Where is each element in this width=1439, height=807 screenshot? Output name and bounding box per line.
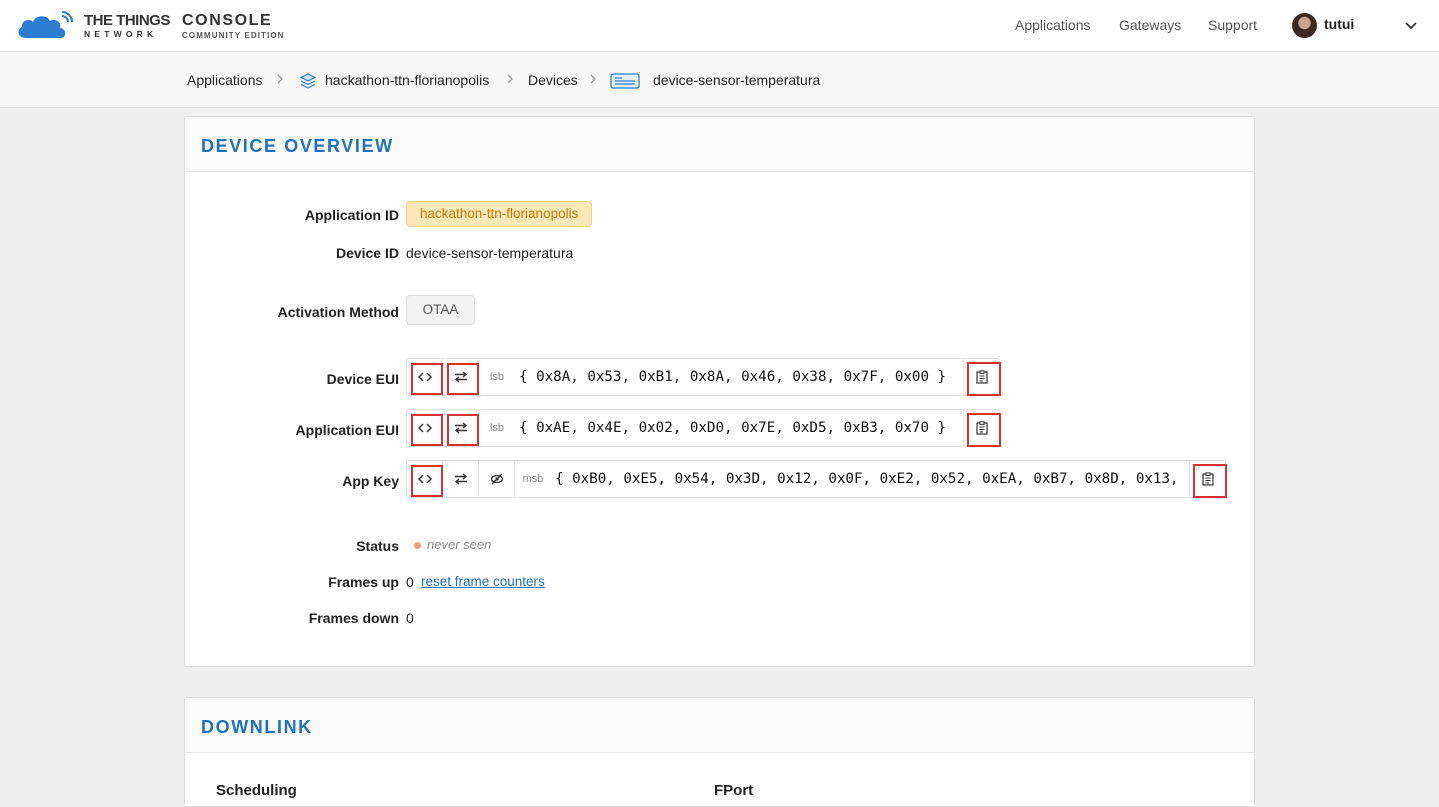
device-overview-card: DEVICE OVERVIEW Application ID hackathon…: [184, 116, 1255, 667]
avatar[interactable]: [1292, 13, 1317, 38]
code-toggle-button[interactable]: [407, 461, 443, 497]
nav-support[interactable]: Support: [1208, 17, 1257, 33]
reset-frame-counters-link[interactable]: reset frame counters: [421, 574, 545, 589]
copy-device-eui-button[interactable]: [963, 359, 1001, 396]
copy-app-key-button[interactable]: [1189, 461, 1227, 498]
frames-up-label: Frames up: [328, 574, 399, 590]
nav-applications[interactable]: Applications: [1015, 17, 1091, 33]
swap-icon: [454, 371, 467, 383]
device-eui-label: Device EUI: [326, 371, 399, 387]
device-eui-value[interactable]: { 0x8A, 0x53, 0xB1, 0x8A, 0x46, 0x38, 0x…: [515, 369, 963, 385]
activation-method-badge: OTAA: [406, 295, 475, 325]
status-label: Status: [356, 538, 399, 554]
chevron-right-icon: [590, 74, 596, 84]
chevron-down-icon[interactable]: [1404, 19, 1418, 33]
device-id-value: device-sensor-temperatura: [406, 245, 574, 261]
downlink-title: DOWNLINK: [201, 717, 313, 737]
device-id-label: Device ID: [335, 245, 399, 261]
console-title: CONSOLE COMMUNITY EDITION: [182, 13, 285, 40]
breadcrumb-device: device-sensor-temperatura: [653, 72, 821, 88]
application-id-label: Application ID: [304, 207, 399, 223]
app-key-field: msb { 0xB0, 0xE5, 0x54, 0x3D, 0x12, 0x0F…: [406, 460, 1227, 498]
device-icon: [610, 73, 640, 89]
app-key-label: App Key: [342, 473, 399, 489]
swap-order-button[interactable]: [443, 359, 479, 395]
username[interactable]: tutui: [1324, 16, 1354, 32]
console-line1: CONSOLE: [182, 12, 273, 29]
application-eui-value[interactable]: { 0xAE, 0x4E, 0x02, 0xD0, 0x7E, 0xD5, 0x…: [515, 420, 963, 436]
application-eui-label: Application EUI: [295, 422, 399, 438]
clipboard-icon: [975, 370, 988, 384]
clipboard-icon: [975, 421, 988, 435]
status-dot: [414, 542, 421, 549]
breadcrumb-applications[interactable]: Applications: [187, 72, 263, 88]
status-value: never seen: [427, 537, 492, 552]
app-key-value[interactable]: { 0xB0, 0xE5, 0x54, 0x3D, 0x12, 0x0F, 0x…: [551, 471, 1189, 487]
code-icon: [417, 423, 432, 433]
device-eui-field: lsb { 0x8A, 0x53, 0xB1, 0x8A, 0x46, 0x38…: [406, 358, 1001, 396]
breadcrumb: Applications hackathon-ttn-florianopolis…: [0, 53, 1439, 108]
brand-line2: NETWORK: [84, 29, 158, 39]
application-id-badge[interactable]: hackathon-ttn-florianopolis: [406, 201, 593, 227]
brand-name: THE THINGS NETWORK: [84, 13, 170, 39]
swap-order-button[interactable]: [443, 410, 479, 446]
frames-up-value: 0: [406, 574, 414, 590]
nav-gateways[interactable]: Gateways: [1119, 17, 1181, 33]
eye-slash-icon: [490, 473, 503, 485]
byte-order-label: lsb: [489, 371, 505, 383]
chevron-right-icon: [507, 74, 513, 84]
fport-label: FPort: [714, 782, 754, 799]
chevron-right-icon: [277, 74, 283, 84]
byte-order-label: lsb: [489, 422, 505, 434]
activation-method-label: Activation Method: [277, 304, 399, 320]
code-icon: [417, 372, 432, 382]
code-toggle-button[interactable]: [407, 359, 443, 395]
layers-icon: [299, 73, 317, 89]
copy-application-eui-button[interactable]: [963, 410, 1001, 447]
console-line2: COMMUNITY EDITION: [182, 31, 285, 40]
code-toggle-button[interactable]: [407, 410, 443, 446]
device-overview-title: DEVICE OVERVIEW: [201, 136, 394, 156]
breadcrumb-devices[interactable]: Devices: [528, 72, 578, 88]
brand-line1: THE THINGS: [84, 12, 170, 29]
top-header: THE THINGS NETWORK CONSOLE COMMUNITY EDI…: [0, 0, 1439, 52]
swap-icon: [454, 422, 467, 434]
breadcrumb-app[interactable]: hackathon-ttn-florianopolis: [325, 72, 489, 88]
frames-down-value: 0: [406, 610, 414, 626]
card-header: [185, 698, 1254, 753]
downlink-card: DOWNLINK Scheduling FPort: [184, 697, 1255, 807]
swap-icon: [454, 473, 467, 485]
clipboard-icon: [1201, 472, 1214, 486]
code-icon: [417, 474, 432, 484]
ttn-logo-icon[interactable]: [16, 10, 78, 40]
byte-order-label: msb: [522, 473, 544, 485]
swap-order-button[interactable]: [443, 461, 479, 497]
application-eui-field: lsb { 0xAE, 0x4E, 0x02, 0xD0, 0x7E, 0xD5…: [406, 409, 1001, 447]
scheduling-label: Scheduling: [216, 782, 297, 799]
toggle-visibility-button[interactable]: [479, 461, 515, 497]
frames-down-label: Frames down: [308, 610, 399, 626]
